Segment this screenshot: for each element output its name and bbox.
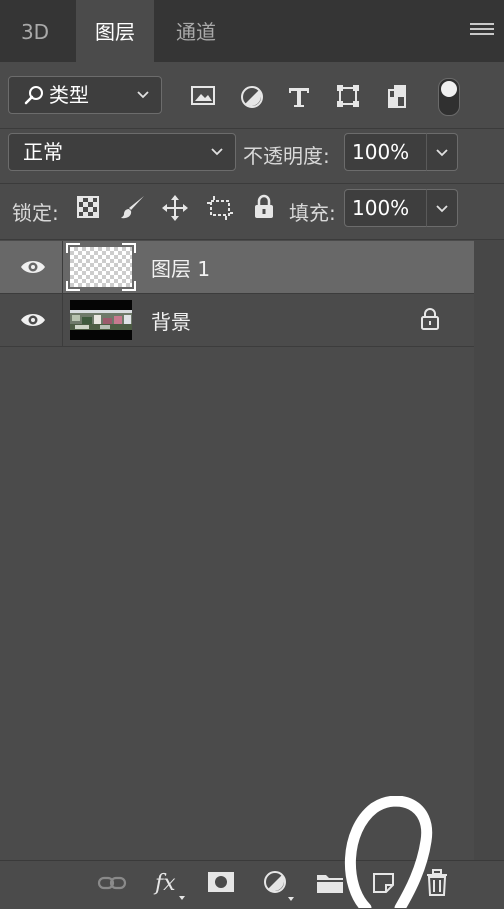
layer-thumbnail-photo[interactable] — [70, 300, 132, 340]
fill-slider-button[interactable] — [426, 189, 458, 227]
chevron-down-icon — [211, 148, 223, 156]
opacity-label: 不透明度: — [243, 144, 330, 168]
add-mask-icon[interactable] — [207, 870, 235, 894]
opacity-input[interactable]: 100% — [344, 133, 428, 171]
fill-input[interactable]: 100% — [344, 189, 428, 227]
tab-layers[interactable]: 图层 — [76, 0, 154, 62]
lock-image-brush-icon[interactable] — [119, 193, 147, 221]
selection-corners-icon — [66, 243, 136, 291]
filter-kind-dropdown[interactable]: 类型 — [8, 76, 162, 114]
divider — [0, 183, 504, 184]
toggle-knob — [441, 81, 457, 97]
blend-mode-label: 正常 — [23, 140, 63, 164]
new-adjustment-layer-icon[interactable] — [262, 869, 296, 903]
type-filter-icon[interactable] — [286, 84, 312, 110]
blend-mode-dropdown[interactable]: 正常 — [8, 133, 236, 171]
lock-position-icon[interactable] — [161, 194, 189, 222]
panel-tab-bar: 3D 图层 通道 — [0, 0, 504, 62]
link-layers-icon[interactable] — [97, 871, 127, 895]
annotation-circle — [345, 796, 433, 908]
lock-label: 锁定: — [12, 201, 59, 225]
chevron-down-icon — [436, 149, 448, 157]
lock-icon — [421, 308, 439, 330]
layer-row-layer1[interactable]: 图层 1 — [0, 241, 474, 294]
lock-artboard-icon[interactable] — [206, 195, 234, 221]
fill-value: 100% — [352, 196, 410, 220]
tab-3d[interactable]: 3D — [0, 0, 70, 62]
layer-row-background[interactable]: 背景 — [0, 294, 474, 347]
search-icon — [24, 86, 43, 105]
tab-channels[interactable]: 通道 — [158, 0, 234, 62]
eye-icon — [21, 261, 45, 273]
image-filter-icon[interactable] — [190, 84, 216, 108]
svg-text:fx: fx — [153, 871, 176, 896]
chevron-down-icon — [137, 91, 149, 99]
layer-name[interactable]: 背景 — [151, 294, 191, 350]
photo-thumbnail-image — [70, 300, 132, 340]
chevron-down-icon — [436, 205, 448, 213]
panel-menu-icon[interactable] — [470, 20, 494, 40]
shape-filter-icon[interactable] — [335, 83, 361, 109]
layer-thumbnail-transparent[interactable] — [66, 243, 136, 291]
opacity-value: 100% — [352, 140, 410, 164]
lock-transparent-icon[interactable] — [77, 196, 99, 218]
opacity-slider-button[interactable] — [426, 133, 458, 171]
visibility-toggle[interactable] — [0, 294, 63, 346]
scrollbar-gutter[interactable] — [474, 240, 504, 860]
divider — [0, 128, 504, 129]
lock-all-icon[interactable] — [253, 194, 275, 220]
fx-icon[interactable]: fx — [153, 868, 187, 902]
filter-kind-label: 类型 — [49, 83, 89, 107]
visibility-toggle[interactable] — [0, 241, 63, 293]
smart-object-filter-icon[interactable] — [384, 83, 410, 109]
adjustment-filter-icon[interactable] — [239, 84, 265, 110]
fill-label: 填充: — [289, 201, 336, 225]
eye-icon — [21, 314, 45, 326]
layer-name[interactable]: 图层 1 — [151, 241, 210, 297]
filter-toggle-switch[interactable] — [438, 78, 460, 116]
